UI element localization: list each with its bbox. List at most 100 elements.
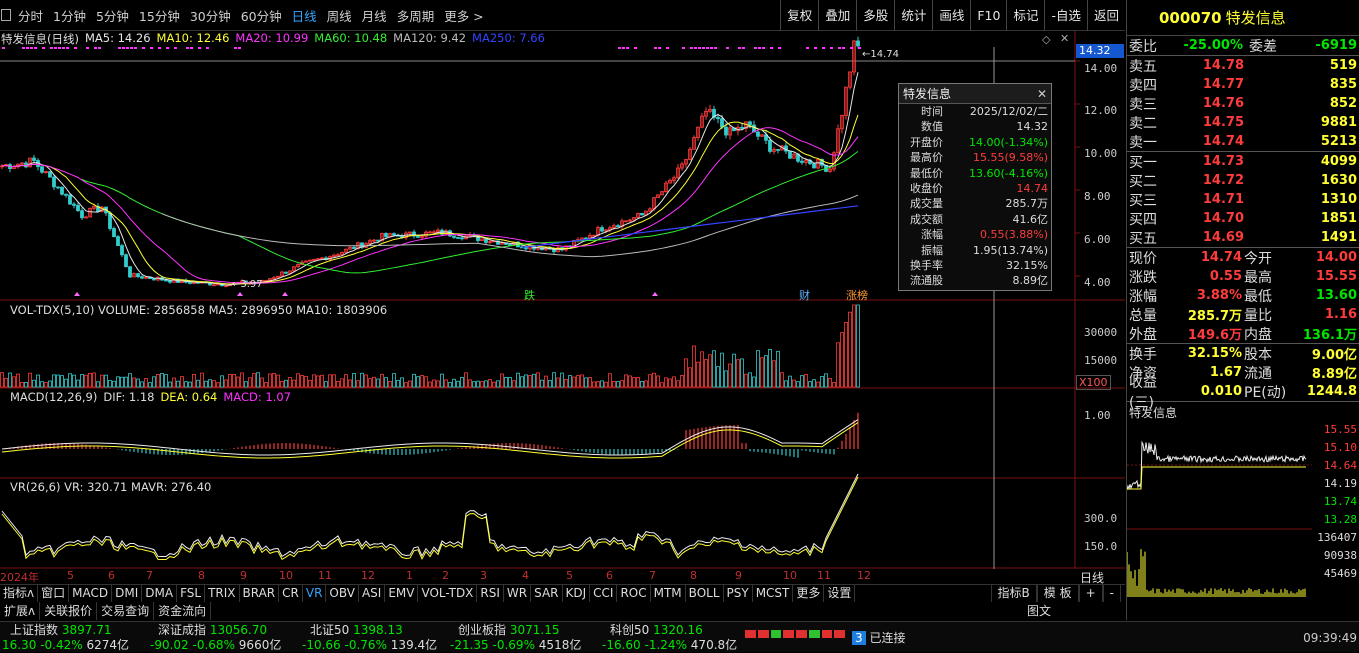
indicator-tab[interactable]: MTM xyxy=(651,585,686,602)
indicator-tab[interactable]: OBV xyxy=(326,585,359,602)
indicator-tab[interactable]: 窗口 xyxy=(38,585,70,602)
mini-tick: 15.55 xyxy=(1324,423,1357,436)
index-quote[interactable]: 北证50 1398.13 -10.66 -0.76% 139.4亿 xyxy=(302,623,437,653)
tool-6[interactable]: 标记 xyxy=(1006,0,1044,31)
tool-8[interactable]: 返回 xyxy=(1086,0,1125,31)
ext-tab[interactable]: 扩展ʌ xyxy=(0,602,41,620)
tool-1[interactable]: 叠加 xyxy=(818,0,856,31)
tab-right[interactable]: 指标B xyxy=(990,585,1037,602)
index-quote[interactable]: 创业板指 3071.15 -21.35 -0.69% 4518亿 xyxy=(450,623,581,653)
volume-bar xyxy=(368,378,372,388)
period-7[interactable]: 周线 xyxy=(322,6,357,25)
event-marker[interactable]: 涨榜 xyxy=(846,287,868,303)
close-icon[interactable]: ✕ xyxy=(1037,84,1047,104)
volume-bar xyxy=(156,374,160,388)
tab-right[interactable]: - xyxy=(1102,585,1121,602)
event-marker[interactable]: 跌 xyxy=(524,287,535,303)
order-book-row[interactable]: 买三 14.71 1310 xyxy=(1127,190,1359,209)
indicator-tab[interactable]: 设置 xyxy=(824,585,856,602)
signal-dot xyxy=(806,47,809,49)
volume-bar xyxy=(740,358,744,388)
period-6[interactable]: 日线 xyxy=(287,6,322,25)
index-quote[interactable]: 科创50 1320.16 -16.60 -1.24% 470.8亿 xyxy=(602,623,737,653)
period-4[interactable]: 30分钟 xyxy=(185,6,236,25)
popup-value: 0.55(3.88%) xyxy=(979,228,1048,242)
period-8[interactable]: 月线 xyxy=(357,6,392,25)
event-marker[interactable]: 财 xyxy=(799,287,810,303)
indicator-tab[interactable]: 指标ʌ xyxy=(0,585,39,602)
indicator-tab[interactable]: RSI xyxy=(477,585,504,602)
volume-bar xyxy=(688,367,692,388)
period-9[interactable]: 多周期 xyxy=(392,6,440,25)
indicator-tab[interactable]: 更多 xyxy=(793,585,825,602)
indicator-tab[interactable]: CCI xyxy=(590,585,618,602)
tool-4[interactable]: 画线 xyxy=(932,0,970,31)
order-book-row[interactable]: 卖一 14.74 5213 xyxy=(1127,132,1359,151)
period-10[interactable]: 更多 > xyxy=(439,6,488,25)
indicator-tab[interactable]: SAR xyxy=(531,585,563,602)
period-5[interactable]: 60分钟 xyxy=(236,6,287,25)
period-2[interactable]: 5分钟 xyxy=(91,6,134,25)
indicator-tab[interactable]: KDJ xyxy=(563,585,591,602)
order-book-row[interactable]: 买二 14.72 1630 xyxy=(1127,171,1359,190)
picture-button[interactable]: 图文 xyxy=(1027,602,1051,619)
order-book-row[interactable]: 卖五 14.78 519 xyxy=(1127,56,1359,75)
indicator-tab[interactable]: MACD xyxy=(69,585,113,602)
indicator-tab[interactable]: CR xyxy=(279,585,303,602)
candle-body xyxy=(748,121,752,126)
volume-bar xyxy=(836,342,840,388)
tool-2[interactable]: 多股 xyxy=(856,0,894,31)
indicator-tab[interactable]: MCST xyxy=(753,585,794,602)
period-0[interactable]: 分时 xyxy=(13,6,48,25)
order-book-row[interactable]: 买一 14.73 4099 xyxy=(1127,152,1359,171)
ext-tab[interactable]: 交易查询 xyxy=(97,602,155,620)
menu-icon[interactable] xyxy=(1,9,11,21)
candle-body xyxy=(52,176,56,188)
indicator-tab[interactable]: WR xyxy=(504,585,532,602)
indicator-tab[interactable]: EMV xyxy=(385,585,419,602)
volume-bar xyxy=(176,380,180,388)
intraday-chart[interactable]: 15.55 15.10 14.64 14.19 13.74 13.28 136407 9093… xyxy=(1127,419,1359,599)
candle-body xyxy=(352,246,356,250)
volume-bar xyxy=(700,351,704,388)
candle-body xyxy=(48,171,52,178)
volume-bar xyxy=(0,372,4,388)
tab-right[interactable]: 模 板 xyxy=(1036,585,1079,602)
order-book-row[interactable]: 买五 14.69 1491 xyxy=(1127,228,1359,247)
tool-5[interactable]: F10 xyxy=(970,0,1006,31)
volume-bar xyxy=(556,377,560,388)
volume-bar xyxy=(588,377,592,388)
level-price: 14.75 xyxy=(1202,115,1244,130)
volume-bar xyxy=(564,378,568,388)
ext-tab[interactable]: 关联报价 xyxy=(40,602,98,620)
indicator-tab[interactable]: BRAR xyxy=(240,585,280,602)
indicator-tab[interactable]: ASI xyxy=(359,585,386,602)
indicator-tab[interactable]: TRIX xyxy=(205,585,240,602)
indicator-tab[interactable]: FSL xyxy=(177,585,206,602)
order-book-row[interactable]: 卖四 14.77 835 xyxy=(1127,75,1359,94)
index-quote[interactable]: 上证指数 3897.71 16.30 -0.42% 6274亿 xyxy=(2,623,129,653)
period-1[interactable]: 1分钟 xyxy=(48,6,91,25)
period-3[interactable]: 15分钟 xyxy=(134,6,185,25)
volume-bar xyxy=(340,378,344,388)
volume-bar xyxy=(108,380,112,388)
indicator-tab[interactable]: VOL-TDX xyxy=(418,585,478,602)
tool-7[interactable]: -自选 xyxy=(1044,0,1087,31)
order-book-row[interactable]: 买四 14.70 1851 xyxy=(1127,209,1359,228)
indicator-tab[interactable]: BOLL xyxy=(686,585,724,602)
indicator-tab[interactable]: ROC xyxy=(617,585,651,602)
indicator-tab[interactable]: DMA xyxy=(142,585,178,602)
connection-status[interactable]: 3 已连接 xyxy=(852,629,905,646)
indicator-tab[interactable]: DMI xyxy=(112,585,143,602)
indicator-tab[interactable]: PSY xyxy=(724,585,753,602)
tool-3[interactable]: 统计 xyxy=(894,0,932,31)
indicator-tab[interactable]: VR xyxy=(303,585,327,602)
tab-right[interactable]: + xyxy=(1078,585,1103,602)
signal-dot xyxy=(850,47,853,49)
ext-tab[interactable]: 资金流向 xyxy=(154,602,212,620)
tool-0[interactable]: 复权 xyxy=(780,0,818,31)
order-book-row[interactable]: 卖二 14.75 9881 xyxy=(1127,113,1359,132)
order-book-row[interactable]: 卖三 14.76 852 xyxy=(1127,94,1359,113)
index-quote[interactable]: 深证成指 13056.70 -90.02 -0.68% 9660亿 xyxy=(150,623,281,653)
volume-bar xyxy=(524,374,528,388)
